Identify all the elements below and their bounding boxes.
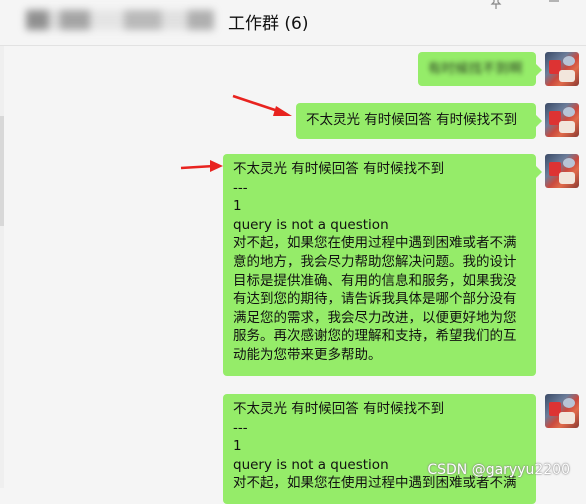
avatar[interactable] [545,52,579,86]
message-line: query is not a question [233,216,389,233]
avatar[interactable] [545,394,579,428]
message-bubble-1[interactable]: 有时候找不到啊 [418,52,542,86]
message-line: 对不起，如果您在使用过程中遇到困难或者不满意的地方，我会尽力帮助您解决问题。我的… [233,235,517,363]
message-line: --- [233,179,248,196]
scrollbar-track[interactable] [0,46,4,488]
message-text: 有时候找不到啊 [428,61,523,77]
message-line: --- [233,419,248,436]
blurred-title-prefix [26,10,214,30]
chat-title: 工作群 (6) [228,14,309,34]
pin-icon[interactable] [490,0,502,13]
message-text: 不太灵光 有时候回答 有时候找不到 [306,112,518,128]
red-arrow-annotation [180,160,223,172]
avatar[interactable] [545,103,579,137]
chat-header: 工作群 (6) [0,0,586,46]
message-line: 不太灵光 有时候回答 有时候找不到 [233,401,445,417]
watermark: CSDN @garyyu2200 [427,462,570,478]
minimize-icon[interactable] [548,0,560,10]
message-bubble-3[interactable]: 不太灵光 有时候回答 有时候找不到 --- 1 query is not a q… [223,154,542,376]
avatar[interactable] [545,154,579,188]
message-line: 1 [233,198,242,215]
message-line: 1 [233,438,242,455]
scrollbar-thumb[interactable] [0,116,4,226]
red-arrow-annotation [232,94,292,116]
message-bubble-2[interactable]: 不太灵光 有时候回答 有时候找不到 [296,103,542,139]
message-line: 不太灵光 有时候回答 有时候找不到 [233,161,445,177]
